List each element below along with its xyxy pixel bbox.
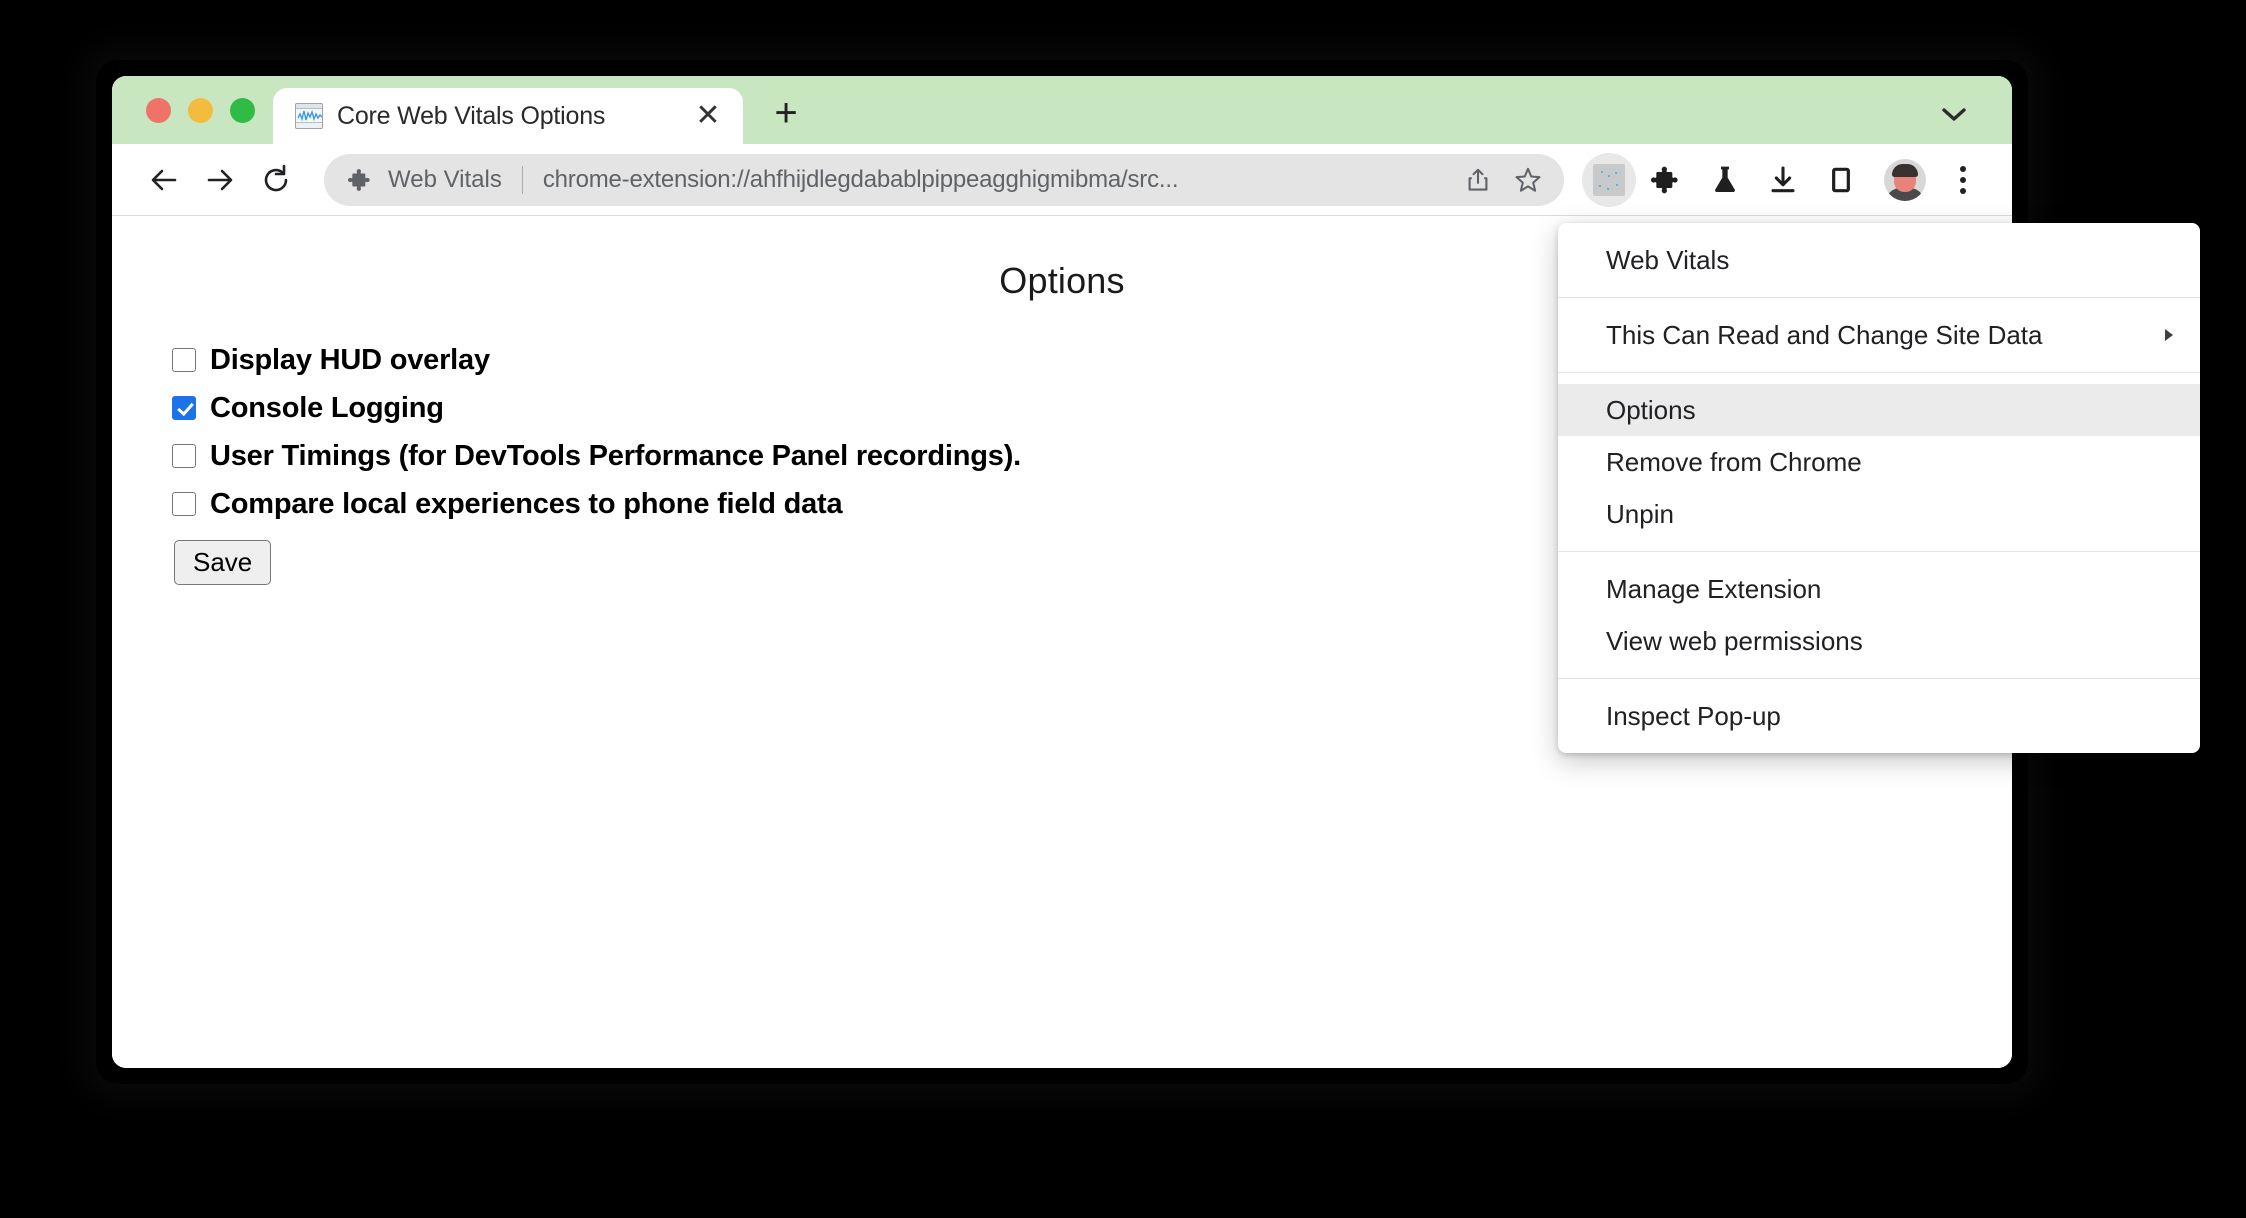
reload-button[interactable] <box>250 154 302 206</box>
address-bar[interactable]: Web Vitals chrome-extension://ahfhijdleg… <box>324 153 1564 206</box>
omnibox-divider <box>521 165 523 194</box>
extension-context-menu: Web Vitals This Can Read and Change Site… <box>1558 223 2200 753</box>
back-button[interactable] <box>138 154 190 206</box>
menu-item-label: View web permissions <box>1606 625 1863 656</box>
menu-item-view-web-permissions[interactable]: View web permissions <box>1558 615 2200 667</box>
menu-item-label: Unpin <box>1606 498 1674 529</box>
browser-toolbar: Web Vitals chrome-extension://ahfhijdleg… <box>112 144 2012 216</box>
menu-item-label: Remove from Chrome <box>1606 446 1862 477</box>
close-tab-button[interactable]: ✕ <box>691 99 725 133</box>
menu-item-label: This Can Read and Change Site Data <box>1606 319 2043 350</box>
menu-group-manage: Manage Extension View web permissions <box>1558 551 2200 678</box>
checkbox-user-timings[interactable] <box>172 444 196 468</box>
menu-item-label: Manage Extension <box>1606 573 1822 604</box>
omnibox-extension-label: Web Vitals <box>388 165 502 193</box>
menu-item-options[interactable]: Options <box>1558 384 2200 436</box>
browser-tab[interactable]: Core Web Vitals Options ✕ <box>273 88 743 144</box>
menu-item-unpin[interactable]: Unpin <box>1558 488 2200 540</box>
close-window-button[interactable] <box>146 97 171 123</box>
menu-item-manage-extension[interactable]: Manage Extension <box>1558 563 2200 615</box>
new-tab-button[interactable]: + <box>759 86 813 140</box>
menu-item-label: Web Vitals <box>1606 244 1730 275</box>
menu-group-extension-actions: Options Remove from Chrome Unpin <box>1558 372 2200 551</box>
menu-item-web-vitals[interactable]: Web Vitals <box>1558 234 2200 286</box>
checkbox-compare-phone-field-data[interactable] <box>172 492 196 516</box>
menu-group-extension-name: Web Vitals <box>1558 223 2200 297</box>
side-panel-button[interactable] <box>1814 153 1868 207</box>
extensions-button[interactable] <box>1640 153 1694 207</box>
maximize-window-button[interactable] <box>230 97 255 123</box>
tab-title: Core Web Vitals Options <box>337 101 606 130</box>
puzzle-piece-icon <box>348 167 374 193</box>
avatar <box>1884 158 1926 201</box>
menu-item-inspect-popup[interactable]: Inspect Pop-up <box>1558 690 2200 742</box>
tab-strip: Core Web Vitals Options ✕ + <box>112 76 2012 144</box>
checkbox-console-logging[interactable] <box>172 396 196 420</box>
profile-avatar[interactable] <box>1878 153 1932 207</box>
omnibox-url-text: chrome-extension://ahfhijdlegdabablpippe… <box>542 165 1179 193</box>
menu-item-this-can-read-and-change-site-data[interactable]: This Can Read and Change Site Data <box>1558 309 2200 361</box>
web-vitals-chart-icon <box>295 103 323 129</box>
save-button[interactable]: Save <box>174 540 272 585</box>
menu-item-remove-from-chrome[interactable]: Remove from Chrome <box>1558 436 2200 488</box>
minimize-window-button[interactable] <box>188 97 213 123</box>
web-vitals-extension-action[interactable] <box>1582 152 1636 207</box>
chevron-down-icon[interactable] <box>1932 92 1976 136</box>
menu-group-site-access: This Can Read and Change Site Data <box>1558 297 2200 372</box>
experiments-button[interactable] <box>1698 153 1752 207</box>
label-user-timings[interactable]: User Timings (for DevTools Performance P… <box>210 440 1021 473</box>
menu-item-label: Inspect Pop-up <box>1606 700 1781 731</box>
menu-item-label: Options <box>1606 394 1696 425</box>
browser-window: Core Web Vitals Options ✕ + Web Vitals c… <box>112 76 2200 1068</box>
forward-button[interactable] <box>194 154 246 206</box>
chevron-right-icon <box>2160 326 2178 344</box>
menu-group-developer: Inspect Pop-up <box>1558 678 2200 753</box>
downloads-button[interactable] <box>1756 153 1810 207</box>
three-dot-menu-icon[interactable] <box>1936 153 1990 207</box>
label-console-logging[interactable]: Console Logging <box>210 392 444 425</box>
label-compare-phone-field-data[interactable]: Compare local experiences to phone field… <box>210 488 843 521</box>
window-traffic-lights <box>112 76 273 144</box>
checkbox-display-hud-overlay[interactable] <box>172 348 196 372</box>
extension-square-icon <box>1593 163 1625 196</box>
label-display-hud-overlay[interactable]: Display HUD overlay <box>210 344 490 377</box>
share-icon[interactable] <box>1456 158 1500 202</box>
star-icon[interactable] <box>1506 158 1550 202</box>
